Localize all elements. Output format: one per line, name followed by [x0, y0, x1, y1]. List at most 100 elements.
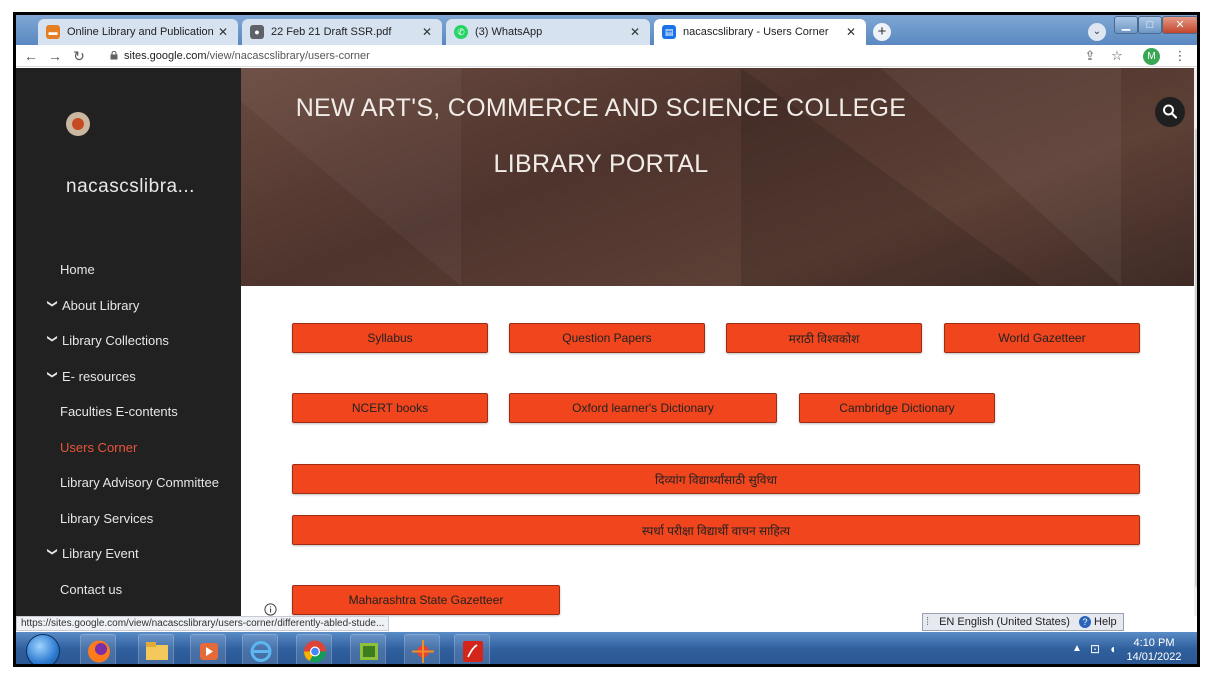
sidebar-item-library-advisory-committee[interactable]: Library Advisory Committee [16, 465, 241, 501]
firefox-icon [88, 640, 110, 663]
sparkle-icon [412, 640, 434, 663]
search-button[interactable] [1155, 97, 1185, 127]
tab-title: 22 Feb 21 Draft SSR.pdf [271, 26, 392, 38]
share-icon[interactable]: ⇪ [1081, 47, 1099, 65]
forward-arrow-icon[interactable]: → [46, 47, 64, 65]
chevron-down-icon[interactable]: ❯ [47, 299, 58, 311]
reload-icon[interactable]: ↻ [70, 47, 88, 65]
browser-tab-strip: ▬ Online Library and Publication Pl ✕ ● … [16, 15, 1197, 45]
minimize-button[interactable]: ▁ [1114, 16, 1138, 34]
chevron-down-icon[interactable]: ❯ [47, 370, 58, 382]
taskbar-firefox[interactable] [80, 634, 116, 664]
windows-taskbar: ▲ ⊡ ◖ 4:10 PM 14/01/2022 [16, 632, 1197, 664]
taskbar-app-green[interactable] [350, 634, 386, 664]
header-banner: NEW ART'S, COMMERCE AND SCIENCE COLLEGE … [241, 68, 1194, 286]
info-icon[interactable] [264, 603, 277, 616]
menu-kebab-icon[interactable]: ⋮ [1171, 47, 1189, 65]
sidebar-item-label: Faculties E-contents [60, 404, 178, 420]
tab-users-corner[interactable]: ▤ nacascslibrary - Users Corner ✕ [654, 19, 866, 45]
oxford-dictionary-button[interactable]: Oxford learner's Dictionary [509, 393, 777, 423]
syllabus-button[interactable]: Syllabus [292, 323, 488, 353]
tab-title: Online Library and Publication Pl [67, 26, 216, 38]
taskbar-acrobat[interactable] [454, 634, 490, 664]
divyang-facilities-button[interactable]: दिव्यांग विद्यार्थ्यांसाठी सुविधा [292, 464, 1140, 494]
network-icon[interactable]: ⊡ [1090, 642, 1100, 656]
language-bar[interactable]: ⁞ EN English (United States) ? Help [922, 613, 1124, 631]
sidebar-item-e-resources[interactable]: ❯ E- resources [16, 359, 241, 395]
taskbar-internet-explorer[interactable] [242, 634, 278, 664]
page-title: NEW ART'S, COMMERCE AND SCIENCE COLLEGE [295, 94, 907, 122]
help-label[interactable]: Help [1094, 616, 1117, 628]
sidebar-nav: Home ❯ About Library ❯ Library Collections… [16, 252, 241, 607]
sidebar-item-faculties-e-contents[interactable]: Faculties E-contents [16, 394, 241, 430]
sidebar-item-label: Library Services [60, 510, 154, 526]
close-icon[interactable]: ✕ [628, 25, 642, 39]
browser-toolbar: ← → ↻ sites.google.com/view/nacascslibra… [16, 45, 1197, 67]
sidebar-item-library-services[interactable]: Library Services [16, 501, 241, 537]
bookmark-star-icon[interactable]: ☆ [1108, 47, 1126, 65]
back-arrow-icon[interactable]: ← [22, 47, 40, 65]
new-tab-button[interactable]: + [873, 23, 891, 41]
world-gazetteer-button[interactable]: World Gazetteer [944, 323, 1140, 353]
taskbar-chrome[interactable] [296, 634, 332, 664]
globe-icon: ● [250, 25, 264, 39]
maharashtra-gazetteer-button[interactable]: Maharashtra State Gazetteer [292, 585, 560, 615]
tab-draft-ssr-pdf[interactable]: ● 22 Feb 21 Draft SSR.pdf ✕ [242, 19, 442, 45]
sidebar-item-library-collections[interactable]: ❯ Library Collections [16, 323, 241, 359]
whatsapp-icon: ✆ [454, 25, 468, 39]
tab-whatsapp[interactable]: ✆ (3) WhatsApp ✕ [446, 19, 650, 45]
sidebar-item-label: Users Corner [60, 439, 138, 455]
taskbar-explorer[interactable] [138, 634, 174, 664]
scrollbar-thumb[interactable] [1195, 128, 1197, 588]
library-favicon-icon: ▬ [46, 25, 60, 39]
page-scrollbar[interactable] [1194, 68, 1197, 616]
site-name[interactable]: nacascslibra... [66, 176, 195, 198]
page-subtitle: LIBRARY PORTAL [493, 150, 709, 178]
tab-title: (3) WhatsApp [475, 26, 543, 38]
media-player-icon [200, 643, 218, 660]
green-app-icon [360, 643, 378, 660]
sidebar-item-label: Library Collections [62, 333, 169, 349]
chevron-down-icon[interactable]: ❯ [47, 335, 58, 347]
clock-time[interactable]: 4:10 PM [1126, 637, 1182, 649]
question-papers-button[interactable]: Question Papers [509, 323, 705, 353]
sidebar-item-label: About Library [62, 297, 140, 313]
sidebar-item-label: Contact us [60, 581, 123, 597]
tab-online-library[interactable]: ▬ Online Library and Publication Pl ✕ [38, 19, 238, 45]
show-hidden-icons-icon[interactable]: ▲ [1072, 643, 1082, 654]
cambridge-dictionary-button[interactable]: Cambridge Dictionary [799, 393, 995, 423]
sidebar-item-library-event[interactable]: ❯ Library Event [16, 536, 241, 572]
volume-muted-icon[interactable]: ◖ [1109, 642, 1116, 656]
college-logo[interactable] [66, 112, 90, 136]
tab-search-icon[interactable]: ⌄ [1088, 23, 1106, 41]
profile-avatar[interactable]: M [1143, 48, 1160, 65]
sidebar-item-users-corner[interactable]: Users Corner [16, 430, 241, 466]
desktop-screen: ▬ Online Library and Publication Pl ✕ ● … [13, 12, 1200, 667]
link-status-bubble: https://sites.google.com/view/nacascslib… [16, 616, 390, 631]
address-bar[interactable]: sites.google.com/view/nacascslibrary/use… [124, 47, 424, 65]
sidebar-item-contact-us[interactable]: Contact us [16, 572, 241, 608]
url-path: /view/nacascslibrary/users-corner [206, 50, 370, 62]
taskbar-app-sparkle[interactable] [404, 634, 440, 664]
language-label[interactable]: EN English (United States) [939, 616, 1070, 628]
ncert-books-button[interactable]: NCERT books [292, 393, 488, 423]
sidebar-item-about-library[interactable]: ❯ About Library [16, 288, 241, 324]
close-icon[interactable]: ✕ [420, 25, 434, 39]
grip-icon: ⁞ [926, 616, 930, 628]
close-icon[interactable]: ✕ [216, 25, 230, 39]
start-button[interactable] [26, 634, 60, 664]
competitive-exam-reading-button[interactable]: स्पर्धा परीक्षा विद्यार्थी वाचन साहित्य [292, 515, 1140, 545]
taskbar-media-player[interactable] [190, 634, 226, 664]
window-close-button[interactable]: ✕ [1162, 16, 1197, 34]
chevron-down-icon[interactable]: ❯ [47, 548, 58, 560]
marathi-vishwakosh-button[interactable]: मराठी विश्वकोश [726, 323, 922, 353]
search-icon [1163, 104, 1178, 119]
sidebar-item-home[interactable]: Home [16, 252, 241, 288]
chrome-icon [304, 640, 326, 663]
tab-title: nacascslibrary - Users Corner [683, 26, 829, 38]
clock-date[interactable]: 14/01/2022 [1126, 651, 1182, 663]
maximize-button[interactable]: □ [1138, 16, 1162, 34]
sidebar-item-label: E- resources [62, 368, 136, 384]
close-icon[interactable]: ✕ [844, 25, 858, 39]
help-icon: ? [1078, 616, 1091, 628]
